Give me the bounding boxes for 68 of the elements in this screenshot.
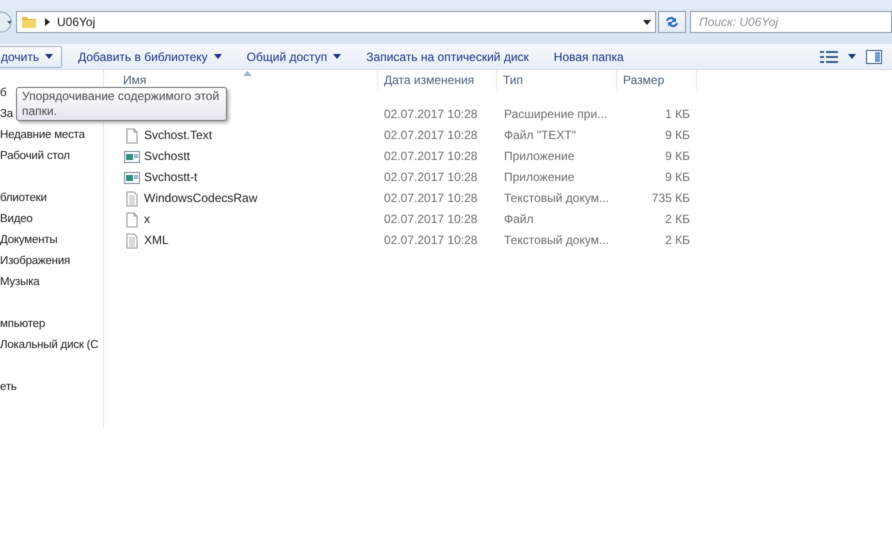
nav-item[interactable]: Локальный диск (С bbox=[0, 335, 103, 356]
file-name[interactable]: Svchost.Text bbox=[144, 125, 212, 146]
nav-item[interactable]: Изображения bbox=[0, 251, 103, 272]
breadcrumb-arrow-icon bbox=[45, 18, 51, 26]
type-cell-text: Приложение bbox=[503, 148, 576, 165]
file-name[interactable]: XML bbox=[144, 230, 169, 251]
file-icon bbox=[124, 128, 140, 144]
type-cell-text: Файл bbox=[503, 211, 535, 228]
refresh-button[interactable] bbox=[658, 11, 686, 33]
toolbar-button[interactable]: Общий доступ bbox=[238, 46, 350, 68]
file-name[interactable]: Svchostt bbox=[144, 146, 190, 167]
nav-item[interactable]: Видео bbox=[0, 209, 103, 230]
search-field[interactable]: Поиск: U06Yoj bbox=[690, 11, 892, 33]
type-cell-text: Приложение bbox=[503, 169, 576, 186]
size-cell-text: 2 КБ bbox=[664, 211, 691, 228]
application-icon bbox=[124, 170, 140, 186]
nav-item[interactable]: Музыка bbox=[0, 272, 103, 293]
dropdown-caret-icon[interactable] bbox=[643, 20, 651, 24]
date-cell-text: 02.07.2017 10:28 bbox=[383, 211, 478, 228]
column-header[interactable]: Дата изменения bbox=[378, 70, 497, 90]
view-list-icon[interactable] bbox=[820, 50, 838, 62]
text-document-icon bbox=[124, 232, 140, 248]
toolbar-button[interactable]: Новая папка bbox=[544, 46, 633, 68]
type-cell-text: Файл "TEXT" bbox=[503, 127, 578, 144]
nav-item[interactable]: еть bbox=[0, 377, 103, 398]
type-cell-text: Текстовый докум... bbox=[503, 190, 610, 207]
tooltip: Упорядочивание содержимого этой папки. bbox=[16, 87, 227, 121]
size-cell-text: 9 КБ bbox=[664, 148, 691, 165]
date-cell-text: 02.07.2017 10:28 bbox=[383, 148, 478, 165]
size-cell-text: 9 КБ bbox=[664, 169, 691, 186]
column-header[interactable]: Тип bbox=[497, 70, 617, 90]
column-header[interactable]: Размер bbox=[617, 70, 697, 90]
nav-item[interactable]: мпьютер bbox=[0, 314, 103, 335]
toolbar-button[interactable]: дочить bbox=[0, 46, 62, 68]
nav-item[interactable]: Недавние места bbox=[0, 125, 103, 146]
size-cell-text: 2 КБ bbox=[664, 232, 691, 249]
preview-pane-icon[interactable] bbox=[866, 50, 882, 64]
application-icon bbox=[124, 148, 140, 164]
address-path: U06Yoj bbox=[57, 15, 96, 29]
size-cell-text: 9 КБ bbox=[664, 127, 691, 144]
date-cell-text: 02.07.2017 10:28 bbox=[383, 106, 478, 123]
toolbar-button[interactable]: Записать на оптический диск bbox=[357, 46, 538, 68]
text-document-icon bbox=[124, 190, 140, 206]
nav-item[interactable]: блиотеки bbox=[0, 188, 103, 209]
refresh-icon bbox=[664, 14, 680, 30]
date-cell-text: 02.07.2017 10:28 bbox=[383, 127, 478, 144]
size-cell-text: 1 КБ bbox=[664, 106, 691, 123]
nav-item[interactable]: Рабочий стол bbox=[0, 146, 103, 167]
address-bar[interactable]: U06Yoj bbox=[16, 11, 656, 33]
file-icon bbox=[124, 212, 140, 228]
folder-icon bbox=[21, 14, 37, 30]
date-cell-text: 02.07.2017 10:28 bbox=[383, 169, 478, 186]
nav-item[interactable]: Документы bbox=[0, 230, 103, 251]
toolbar-button[interactable]: Добавить в библиотеку bbox=[69, 46, 231, 68]
caret-icon bbox=[45, 54, 54, 59]
date-cell-text: 02.07.2017 10:28 bbox=[383, 232, 478, 249]
sort-arrow-icon bbox=[243, 71, 252, 76]
type-cell-text: Текстовый докум... bbox=[503, 232, 610, 249]
caret-icon bbox=[333, 54, 342, 59]
file-name[interactable]: x bbox=[144, 209, 150, 230]
date-cell-text: 02.07.2017 10:28 bbox=[383, 190, 478, 207]
file-name[interactable]: Svchostt-t bbox=[144, 167, 198, 188]
file-name[interactable]: WindowsCodecsRaw bbox=[144, 188, 258, 209]
size-cell-text: 735 КБ bbox=[650, 190, 691, 207]
caret-icon[interactable] bbox=[848, 54, 856, 59]
back-button-icon[interactable] bbox=[0, 11, 14, 33]
caret-icon bbox=[214, 54, 222, 59]
type-cell-text: Расширение при... bbox=[503, 106, 608, 123]
